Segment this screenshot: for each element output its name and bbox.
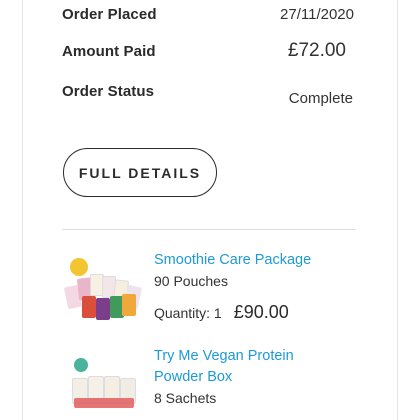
full-details-button[interactable]: FULL DETAILS	[63, 148, 217, 197]
sachet-band	[74, 398, 134, 408]
order-status-label: Order Status	[62, 83, 155, 100]
item-title-line1: Try Me Vegan Protein	[154, 348, 294, 364]
order-placed-value: 27/11/2020	[280, 6, 354, 23]
item-title-link[interactable]: Smoothie Care Package	[154, 250, 364, 271]
order-status-value: Complete	[288, 90, 353, 107]
amount-paid-label: Amount Paid	[62, 43, 156, 60]
item-subtitle: 8 Sachets	[154, 390, 217, 406]
badge-icon	[70, 258, 88, 276]
order-status-row: Order Status Complete	[62, 77, 353, 107]
quantity-price-row: Quantity: 1 £90.00	[154, 302, 364, 323]
protein-sachets-image	[62, 356, 144, 416]
smoothie-pouches-image	[62, 256, 144, 320]
amount-paid-row: Amount Paid £72.00	[62, 40, 352, 62]
order-placed-label: Order Placed	[62, 6, 157, 23]
item-title-link[interactable]: Try Me Vegan Protein Powder Box	[154, 346, 364, 388]
badge-icon	[74, 358, 88, 372]
item-info: Try Me Vegan Protein Powder Box 8 Sachet…	[154, 346, 364, 409]
pouch-icon	[96, 298, 110, 320]
item-subtitle: 90 Pouches	[154, 273, 228, 289]
divider	[62, 229, 356, 230]
amount-paid-value: £72.00	[287, 40, 346, 61]
pouch-icon	[82, 296, 96, 318]
item-price: £90.00	[233, 302, 289, 322]
item-info: Smoothie Care Package 90 Pouches Quantit…	[154, 250, 364, 323]
item-title-line2: Powder Box	[154, 369, 233, 385]
quantity-label: Quantity: 1	[154, 305, 222, 321]
pouch-icon	[122, 294, 136, 316]
order-placed-row: Order Placed 27/11/2020	[62, 6, 354, 23]
